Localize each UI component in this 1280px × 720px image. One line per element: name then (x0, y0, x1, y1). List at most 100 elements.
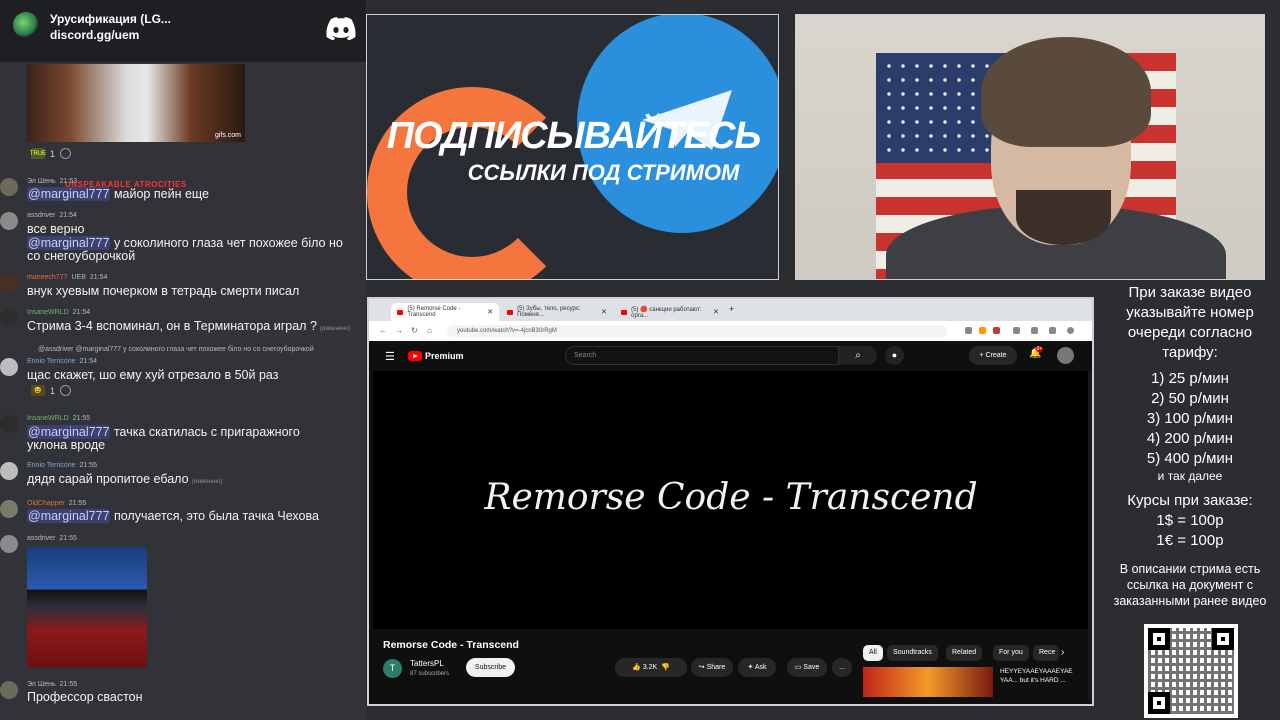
username[interactable]: Ennio Terricone (27, 358, 76, 365)
recommended-title[interactable]: HEYYEYAAEYAAAEYAE YAA... but it's HARD .… (1000, 667, 1080, 685)
ask-button[interactable]: ✦ Ask (738, 658, 776, 677)
reload-icon[interactable]: ↻ (411, 326, 418, 335)
extension-icon[interactable] (1031, 327, 1038, 334)
avatar[interactable] (0, 309, 18, 327)
avatar[interactable] (0, 681, 18, 699)
forward-icon[interactable]: → (395, 326, 403, 335)
avatar[interactable] (0, 178, 18, 196)
youtube-brand[interactable]: Premium (425, 351, 464, 361)
timestamp: 21:55 (68, 500, 87, 507)
like-icon[interactable]: 👍 (632, 664, 641, 671)
mention[interactable]: @marginal777 (27, 187, 111, 201)
channel-avatar[interactable]: T (383, 659, 402, 678)
chip-soundtracks[interactable]: Soundtracks (887, 645, 938, 661)
mention[interactable]: @marginal777 (27, 425, 111, 439)
youtube-header: ☰ Premium Search ⌕ ● + Create 🔔 9+ (369, 341, 1092, 371)
discord-logo-icon (326, 17, 356, 40)
username[interactable]: OldChapper (27, 500, 65, 507)
qr-code[interactable] (1144, 624, 1238, 718)
qr-finder (1212, 628, 1234, 650)
url-field[interactable]: youtube.com/watch?v=-4jcnB30rRgM (447, 325, 947, 337)
chip-related[interactable]: Related (946, 645, 983, 661)
chip-recent[interactable]: Rece (1033, 645, 1059, 661)
chip-for-you[interactable]: For you (993, 645, 1029, 661)
username[interactable]: maneech777 (27, 274, 67, 281)
search-input[interactable]: Search (565, 346, 839, 365)
server-invite-link[interactable]: discord.gg/uem (50, 28, 139, 42)
reply-preview[interactable]: @assdriver @marginal777 у соколиного гла… (38, 346, 314, 353)
like-dislike-group[interactable]: 👍 3.2K 👎 (615, 658, 687, 677)
save-icon: ▭ (794, 664, 802, 671)
dislike-icon[interactable]: 👎 (661, 664, 670, 671)
mic-icon[interactable]: ● (885, 346, 904, 365)
promo-subline: ССЫЛКИ ПОД СТРИМОМ (467, 160, 740, 185)
close-tab-icon[interactable]: ✕ (713, 308, 719, 316)
notification-count: 9+ (1036, 346, 1043, 352)
emoji-reaction[interactable]: 😆 (31, 385, 45, 396)
youtube-logo-icon[interactable] (408, 351, 422, 361)
tab-teeth[interactable]: (5) Зубы, тело, ресурс: Поменя... ✕ (501, 303, 613, 321)
mention[interactable]: @marginal777 (27, 509, 111, 523)
timestamp: 21:54 (89, 274, 108, 281)
username[interactable]: assdriver (27, 535, 55, 542)
message-body: Стрима 3-4 вспоминал, он в Терминатора и… (27, 319, 317, 333)
reaction-row[interactable]: TRUE 1 (30, 148, 72, 159)
emoji-reaction[interactable]: TRUE (30, 148, 46, 159)
share-button[interactable]: ↪ Share (691, 658, 733, 677)
reaction-row[interactable]: 😆 1 (31, 385, 72, 396)
avatar[interactable] (1057, 347, 1074, 364)
avatar[interactable] (0, 462, 18, 480)
close-tab-icon[interactable]: ✕ (601, 308, 607, 316)
menu-icon[interactable]: ☰ (385, 350, 395, 363)
message-text: уклона вроде (27, 438, 106, 452)
avatar[interactable] (0, 212, 18, 230)
subscribe-button[interactable]: Subscribe (466, 658, 515, 677)
mention[interactable]: @marginal777 (27, 236, 111, 250)
username[interactable]: InsaneWRLD (27, 309, 69, 316)
search-icon[interactable]: ⌕ (839, 346, 877, 365)
tab-sanctions[interactable]: (5) 🔴 санкции работают: орга... ✕ (615, 303, 725, 321)
chip-all[interactable]: All (863, 645, 883, 661)
video-player[interactable]: Remorse Code - Transcend (373, 371, 1089, 629)
username[interactable]: InsaneWRLD (27, 415, 69, 422)
avatar[interactable] (0, 415, 18, 433)
avatar[interactable] (0, 358, 18, 376)
avatar[interactable] (0, 274, 18, 292)
message-body: дядя сарай пропитое ебало (27, 472, 189, 486)
chat-gif-image[interactable]: UNSPEAKABLE ATROCITIES gifs.com (27, 64, 245, 189)
back-icon[interactable]: ← (379, 326, 387, 335)
add-reaction-icon[interactable] (60, 148, 72, 159)
create-button[interactable]: + Create (969, 346, 1017, 365)
chat-gif-facepalm[interactable] (27, 547, 147, 667)
extension-icon[interactable] (1049, 327, 1056, 334)
profile-icon[interactable] (1067, 327, 1074, 334)
tab-remorse-code[interactable]: (5) Remorse Code - Transcend ✕ (391, 303, 499, 321)
recommended-thumbnail[interactable] (863, 667, 993, 697)
username[interactable]: Эл Шень (27, 178, 56, 185)
description-note: В описании стрима есть ссылка на докумен… (1113, 562, 1267, 608)
channel-name[interactable]: TattersPL (410, 659, 444, 668)
close-tab-icon[interactable]: ✕ (487, 308, 493, 316)
avatar[interactable] (0, 535, 18, 553)
extension-icon[interactable] (979, 327, 986, 334)
save-button[interactable]: ▭ Save (787, 658, 827, 677)
timestamp: 21:54 (59, 212, 77, 219)
extension-icon[interactable] (965, 327, 972, 334)
qr-finder (1148, 692, 1170, 714)
scrollbar[interactable] (1088, 371, 1092, 701)
username[interactable]: Эл Шень (27, 681, 56, 688)
extension-icon[interactable] (1013, 327, 1020, 334)
chevron-right-icon[interactable]: › (1061, 647, 1064, 658)
discord-chat-panel: Урусификация (LG... discord.gg/uem UNSPE… (0, 0, 366, 720)
new-tab-icon[interactable]: + (729, 304, 734, 314)
username[interactable]: assdriver (27, 212, 55, 219)
add-reaction-icon[interactable] (60, 385, 72, 396)
message-meta: Ennio Terricone 21:54 (27, 358, 97, 365)
message-body: у соколиного глаза чет похожее біло но (110, 236, 343, 250)
username[interactable]: Ennio Terricone (27, 462, 76, 469)
more-actions-button[interactable]: ... (832, 658, 852, 677)
home-icon[interactable]: ⌂ (427, 326, 432, 335)
avatar[interactable] (0, 500, 18, 518)
youtube-favicon-icon (397, 309, 404, 315)
extension-icon[interactable] (993, 327, 1000, 334)
